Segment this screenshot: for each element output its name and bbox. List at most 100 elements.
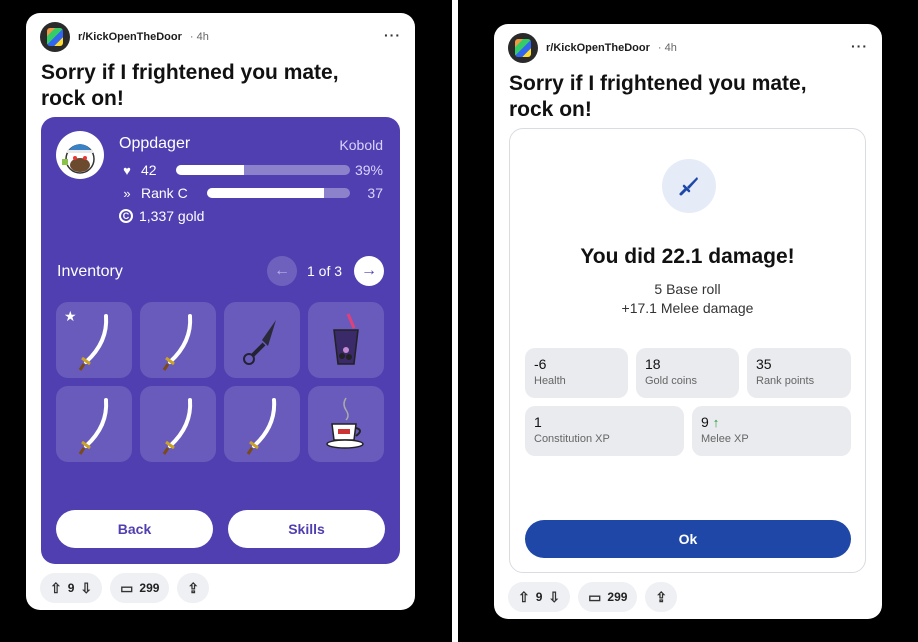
share-button[interactable]: ⇪ bbox=[177, 573, 210, 603]
downvote-icon[interactable]: ⇩ bbox=[80, 580, 92, 597]
share-icon: ⇪ bbox=[187, 579, 200, 596]
health-value: 42 bbox=[141, 162, 157, 178]
comment-icon: ▭ bbox=[120, 579, 134, 596]
stat-tile-rank: 35 Rank points bbox=[747, 348, 851, 398]
rank-bar-fill bbox=[207, 188, 325, 198]
comment-count: 299 bbox=[607, 590, 628, 604]
stat-label: Constitution XP bbox=[534, 433, 610, 445]
favorite-star-icon: ★ bbox=[64, 308, 77, 324]
post-time: · 4h bbox=[657, 42, 677, 54]
sword-icon bbox=[162, 314, 193, 371]
subreddit-avatar[interactable] bbox=[508, 33, 538, 63]
inventory-slot-sword[interactable] bbox=[224, 386, 300, 462]
sword-icon bbox=[78, 398, 109, 455]
vote-count: 9 bbox=[535, 590, 543, 604]
vote-group: ⇧ 9 ⇩ bbox=[508, 582, 571, 612]
player-class: Kobold bbox=[339, 137, 383, 153]
arrow-right-icon: → bbox=[361, 262, 377, 279]
share-icon: ⇪ bbox=[655, 588, 668, 605]
stat-tile-gold: 18 Gold coins bbox=[636, 348, 739, 398]
skills-button[interactable]: Skills bbox=[228, 510, 385, 548]
inventory-slot-sword[interactable] bbox=[140, 386, 216, 462]
sword-icon bbox=[162, 398, 193, 455]
stat-tile-melee: 9 ↑ Melee XP bbox=[692, 406, 851, 456]
post-title: Sorry if I frightened you mate, rock on! bbox=[41, 61, 339, 110]
vote-group: ⇧ 9 ⇩ bbox=[40, 573, 103, 603]
inventory-slot-sword[interactable]: ★ bbox=[56, 302, 132, 378]
share-button[interactable]: ⇪ bbox=[645, 582, 678, 612]
page-indicator: 1 of 3 bbox=[307, 263, 343, 279]
stat-tile-constitution: 1 Constitution XP bbox=[525, 406, 684, 456]
comments-button[interactable]: ▭ 299 bbox=[110, 573, 170, 603]
inventory-slot-coffee-cup[interactable] bbox=[308, 386, 384, 462]
inventory-slot-sword[interactable] bbox=[56, 386, 132, 462]
inventory-slot-bubble-tea[interactable] bbox=[308, 302, 384, 378]
health-row: ♥ 42 bbox=[119, 161, 157, 179]
stat-value: 18 bbox=[645, 356, 661, 372]
rank-value: 37 bbox=[367, 185, 383, 201]
post-card-right: r/KickOpenTheDoor · 4h ··· Sorry if I fr… bbox=[494, 24, 882, 619]
coffee-cup-icon bbox=[326, 397, 364, 449]
stat-label: Melee XP bbox=[701, 433, 749, 445]
upvote-icon[interactable]: ⇧ bbox=[50, 580, 62, 597]
comment-count: 299 bbox=[139, 581, 160, 595]
more-options-button[interactable]: ··· bbox=[851, 38, 868, 54]
rank-label: Rank C bbox=[141, 185, 188, 201]
ok-button[interactable]: Ok bbox=[525, 520, 851, 558]
heart-icon: ♥ bbox=[123, 162, 131, 178]
coin-icon: C bbox=[119, 209, 133, 223]
downvote-icon[interactable]: ⇩ bbox=[548, 589, 560, 606]
sword-icon bbox=[246, 398, 277, 455]
stat-value: 35 bbox=[756, 356, 772, 372]
upvote-icon[interactable]: ⇧ bbox=[518, 589, 530, 606]
subreddit-avatar[interactable] bbox=[40, 22, 70, 52]
base-roll: 5 Base roll bbox=[654, 281, 721, 297]
post-header: r/KickOpenTheDoor · 4h bbox=[508, 33, 677, 63]
post-actions: ⇧ 9 ⇩ ▭ 299 ⇪ bbox=[508, 582, 678, 612]
sword-badge bbox=[662, 159, 716, 213]
kunai-icon bbox=[243, 320, 276, 365]
more-options-button[interactable]: ··· bbox=[384, 27, 401, 43]
stat-value: 1 bbox=[534, 414, 542, 430]
post-title: Sorry if I frightened you mate, rock on! bbox=[509, 72, 807, 121]
previous-page-button[interactable]: ← bbox=[267, 256, 297, 286]
health-percent: 39% bbox=[354, 162, 383, 178]
stat-label: Health bbox=[534, 375, 566, 387]
gold-row: C 1,337 gold bbox=[119, 207, 204, 225]
health-bar-fill bbox=[176, 165, 244, 175]
rank-row: » Rank C bbox=[119, 184, 188, 202]
vote-count: 9 bbox=[67, 581, 75, 595]
post-card-left: r/KickOpenTheDoor · 4h ··· Sorry if I fr… bbox=[26, 13, 415, 610]
subreddit-name[interactable]: r/KickOpenTheDoor bbox=[78, 31, 182, 43]
subreddit-name[interactable]: r/KickOpenTheDoor bbox=[546, 42, 650, 54]
stat-value: 9 ↑ bbox=[701, 414, 720, 430]
stat-label: Rank points bbox=[756, 375, 815, 387]
post-actions: ⇧ 9 ⇩ ▭ 299 ⇪ bbox=[40, 573, 210, 603]
stat-value: -6 bbox=[534, 356, 547, 372]
damage-title: You did 22.1 damage! bbox=[580, 245, 795, 268]
inventory-title: Inventory bbox=[57, 263, 123, 280]
back-button[interactable]: Back bbox=[56, 510, 213, 548]
player-avatar bbox=[56, 131, 104, 179]
arrow-up-icon: ↑ bbox=[712, 414, 720, 430]
post-header: r/KickOpenTheDoor · 4h bbox=[40, 22, 209, 52]
rank-bar bbox=[207, 188, 350, 198]
damage-dialog: You did 22.1 damage! 5 Base roll +17.1 M… bbox=[509, 128, 866, 573]
next-page-button[interactable]: → bbox=[354, 256, 384, 286]
stat-tile-health: -6 Health bbox=[525, 348, 628, 398]
sword-icon bbox=[679, 177, 698, 196]
post-time: · 4h bbox=[189, 31, 209, 43]
comment-icon: ▭ bbox=[588, 588, 602, 605]
bubble-tea-icon bbox=[333, 313, 359, 365]
health-bar bbox=[176, 165, 350, 175]
screen-divider bbox=[452, 0, 458, 642]
melee-bonus: +17.1 Melee damage bbox=[621, 300, 754, 316]
chevron-rank-icon: » bbox=[123, 185, 131, 201]
inventory-slot-sword[interactable] bbox=[140, 302, 216, 378]
arrow-left-icon: ← bbox=[274, 262, 290, 279]
inventory-slot-kunai[interactable] bbox=[224, 302, 300, 378]
player-name: Oppdager bbox=[119, 135, 191, 152]
gold-value: 1,337 gold bbox=[139, 208, 205, 224]
stat-label: Gold coins bbox=[645, 375, 697, 387]
comments-button[interactable]: ▭ 299 bbox=[578, 582, 638, 612]
